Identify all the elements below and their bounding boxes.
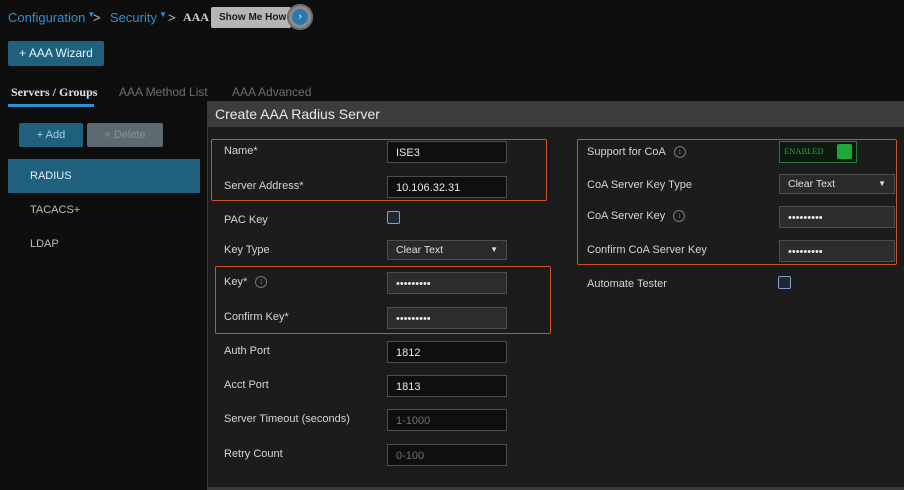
server-timeout-input[interactable]: 1-1000: [387, 409, 507, 431]
auth-port-label: Auth Port: [224, 345, 270, 357]
tab-aaa-method-list[interactable]: AAA Method List: [119, 85, 208, 99]
automate-tester-label: Automate Tester: [587, 278, 667, 290]
acct-port-label: Acct Port: [224, 379, 269, 391]
acct-port-input[interactable]: 1813: [387, 375, 507, 397]
pac-key-label: PAC Key: [224, 214, 268, 226]
show-me-how-button[interactable]: Show Me How: [211, 7, 291, 28]
chevron-right-icon: ›: [292, 9, 308, 25]
sidebar-item-tacacs[interactable]: TACACS+: [8, 193, 200, 227]
automate-tester-checkbox[interactable]: [778, 276, 791, 289]
highlight-box-coa: [577, 139, 897, 265]
breadcrumb-security[interactable]: Security ▼: [110, 10, 167, 25]
key-type-label: Key Type: [224, 244, 270, 256]
breadcrumb-configuration[interactable]: Configuration ▼: [8, 10, 95, 25]
key-type-value: Clear Text: [396, 244, 444, 256]
key-type-select[interactable]: Clear Text ▼: [387, 240, 507, 260]
retry-count-input[interactable]: 0-100: [387, 444, 507, 466]
show-me-how-play-button[interactable]: ›: [287, 4, 313, 30]
sidebar-item-radius[interactable]: RADIUS: [8, 159, 200, 193]
highlight-box-keys: [215, 266, 551, 334]
retry-count-label: Retry Count: [224, 448, 283, 460]
highlight-box-name-address: [211, 139, 547, 201]
active-tab-underline: [8, 104, 94, 107]
aaa-wizard-button[interactable]: + AAA Wizard: [8, 41, 104, 66]
sidebar-item-ldap[interactable]: LDAP: [8, 227, 200, 261]
add-button[interactable]: + Add: [19, 123, 83, 147]
pac-key-checkbox[interactable]: [387, 211, 400, 224]
auth-port-input[interactable]: 1812: [387, 341, 507, 363]
breadcrumb-current: AAA: [183, 10, 209, 24]
breadcrumb-separator-icon: >: [168, 10, 176, 25]
breadcrumb-separator-icon: >: [93, 10, 101, 25]
tab-servers-groups[interactable]: Servers / Groups: [11, 85, 97, 100]
caret-down-icon: ▼: [158, 10, 167, 19]
dialog-title: Create AAA Radius Server: [207, 101, 904, 127]
chevron-down-icon: ▼: [490, 245, 498, 254]
delete-button[interactable]: × Delete: [87, 123, 163, 147]
server-timeout-label: Server Timeout (seconds): [224, 413, 350, 425]
tab-aaa-advanced[interactable]: AAA Advanced: [232, 85, 311, 99]
